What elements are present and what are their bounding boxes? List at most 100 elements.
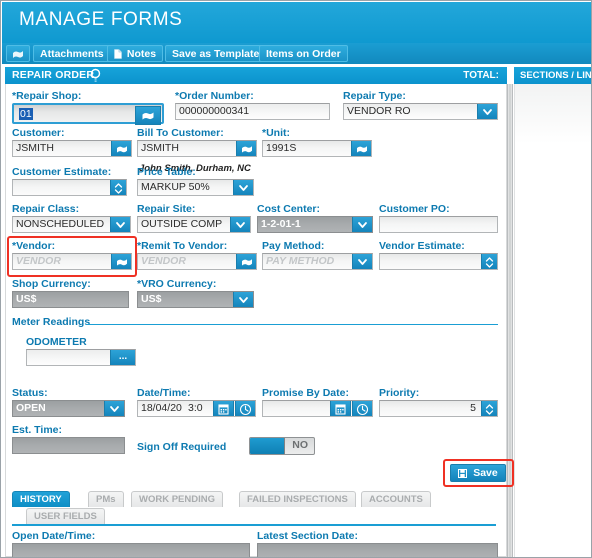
price-table-select[interactable]: MARKUP 50% (137, 179, 254, 196)
field-open-date-time: Open Date/Time: (12, 530, 250, 557)
vro-currency-chevron-down-icon[interactable] (233, 292, 253, 307)
customer-lookup-button[interactable] (111, 141, 131, 156)
items-on-order-button[interactable]: Items on Order (259, 45, 348, 62)
total-label: TOTAL: (463, 70, 499, 81)
order-number-label: *Order Number: (175, 90, 254, 102)
history-tabs: HISTORY PMs WORK PENDING FAILED INSPECTI… (12, 491, 502, 525)
panel-splitter[interactable] (507, 84, 513, 557)
repair-shop-lookup-button[interactable] (135, 106, 161, 125)
field-pay-method: Pay Method: PAY METHOD (262, 240, 373, 270)
repair-class-chevron-down-icon[interactable] (110, 217, 130, 232)
customer-po-label: Customer PO: (379, 203, 450, 215)
sections-lines-panel (514, 84, 591, 557)
pay-method-select[interactable]: PAY METHOD (262, 253, 373, 270)
field-remit-to-vendor: *Remit To Vendor: VENDOR (137, 240, 257, 270)
customer-input[interactable]: JSMITH (12, 140, 132, 157)
tab-user-fields-label: USER FIELDS (34, 511, 97, 522)
priority-input[interactable]: 5 (379, 400, 498, 417)
sections-lines-label: SECTIONS / LINE (520, 70, 592, 81)
unit-lookup-button[interactable] (351, 141, 371, 156)
cost-center-chevron-down-icon[interactable] (352, 217, 372, 232)
tab-accounts[interactable]: ACCOUNTS (361, 491, 431, 507)
save-label: Save (473, 467, 498, 479)
sections-lines-header: SECTIONS / LINE (514, 67, 592, 84)
field-customer-po: Customer PO: (379, 203, 498, 233)
bill-to-customer-input[interactable]: JSMITH (137, 140, 257, 157)
order-number-input[interactable]: 000000000341 (175, 103, 330, 120)
repair-type-value: VENDOR RO (347, 105, 411, 117)
repair-site-chevron-down-icon[interactable] (230, 217, 250, 232)
manage-forms-window: MANAGE FORMS Attachments Notes Save as T… (0, 0, 592, 558)
attachments-button[interactable]: Attachments (33, 45, 111, 62)
status-label: Status: (12, 387, 48, 399)
priority-label: Priority: (379, 387, 420, 399)
repair-shop-input[interactable]: 01 (12, 103, 164, 125)
tab-pms[interactable]: PMs (88, 491, 124, 507)
date-clock-icon[interactable] (235, 401, 255, 416)
bill-to-customer-lookup-button[interactable] (236, 141, 256, 156)
remit-to-vendor-lookup-button[interactable] (236, 254, 256, 269)
notes-button[interactable]: Notes (107, 45, 164, 62)
sign-off-toggle[interactable]: NO (249, 437, 315, 455)
bill-to-customer-label: Bill To Customer: (137, 127, 224, 139)
repair-class-select[interactable]: NONSCHEDULED (12, 216, 131, 233)
price-table-chevron-down-icon[interactable] (233, 180, 253, 195)
promise-by-date-label: Promise By Date: (262, 387, 349, 399)
customer-estimate-spinner-icon[interactable] (110, 180, 126, 195)
repair-type-chevron-down-icon[interactable] (477, 104, 497, 119)
window-titlebar: MANAGE FORMS (2, 2, 591, 43)
sign-off-toggle-value: NO (292, 439, 308, 451)
shop-currency-value: US$ (16, 293, 37, 305)
field-repair-class: Repair Class: NONSCHEDULED (12, 203, 131, 233)
field-vendor: *Vendor: VENDOR (12, 240, 132, 270)
repair-site-select[interactable]: OUTSIDE COMP (137, 216, 251, 233)
home-button[interactable] (6, 45, 30, 62)
pay-method-placeholder: PAY METHOD (266, 255, 335, 267)
cost-center-select[interactable]: 1-2-01-1 (257, 216, 373, 233)
date-calendar-icon[interactable] (213, 401, 234, 416)
save-as-template-button[interactable]: Save as Template (165, 45, 267, 62)
field-order-number: *Order Number: 000000000341 (175, 90, 330, 120)
odometer-input[interactable]: ... (26, 349, 136, 366)
status-select[interactable]: OPEN (12, 400, 125, 417)
promise-calendar-icon[interactable] (330, 401, 351, 416)
time-value: 3:0 (188, 402, 203, 414)
remit-to-vendor-label: *Remit To Vendor: (137, 240, 228, 252)
customer-estimate-input[interactable] (12, 179, 127, 196)
tab-history[interactable]: HISTORY (12, 491, 70, 507)
vendor-lookup-button[interactable] (111, 254, 131, 269)
date-time-label: Date/Time: (137, 387, 191, 399)
repair-class-value: NONSCHEDULED (16, 218, 105, 230)
vro-currency-value: US$ (141, 293, 162, 305)
pay-method-chevron-down-icon[interactable] (352, 254, 372, 269)
repair-type-select[interactable]: VENDOR RO (343, 103, 498, 120)
notes-label: Notes (126, 48, 157, 60)
unit-input[interactable]: 1991S (262, 140, 372, 157)
promise-clock-icon[interactable] (352, 401, 372, 416)
price-table-value: MARKUP 50% (141, 181, 210, 193)
status-chevron-down-icon[interactable] (104, 401, 124, 416)
remit-to-vendor-input[interactable]: VENDOR (137, 253, 257, 270)
field-price-table: Price Table: MARKUP 50% (137, 166, 254, 196)
date-value: 18/04/20 (141, 402, 182, 414)
tab-work-pending[interactable]: WORK PENDING (131, 491, 223, 507)
field-repair-shop: *Repair Shop: 01 (12, 90, 164, 125)
vendor-estimate-input[interactable] (379, 253, 498, 270)
toolbar: Attachments Notes Save as Template Items… (2, 43, 591, 64)
shop-currency-label: Shop Currency: (12, 278, 91, 290)
odometer-more-button[interactable]: ... (110, 350, 135, 365)
date-time-input[interactable]: 18/04/20 3:0 (137, 400, 256, 417)
field-cost-center: Cost Center: 1-2-01-1 (257, 203, 373, 233)
save-as-template-label: Save as Template (172, 48, 260, 60)
vendor-estimate-spinner-icon[interactable] (481, 254, 497, 269)
cost-center-value: 1-2-01-1 (261, 218, 301, 230)
promise-by-date-input[interactable] (262, 400, 373, 417)
vendor-input[interactable]: VENDOR (12, 253, 132, 270)
tab-failed-inspections[interactable]: FAILED INSPECTIONS (239, 491, 356, 507)
save-button[interactable]: Save (450, 464, 506, 482)
vro-currency-label: *VRO Currency: (137, 278, 217, 290)
tab-user-fields[interactable]: USER FIELDS (26, 508, 105, 524)
vro-currency-select[interactable]: US$ (137, 291, 254, 308)
priority-spinner-icon[interactable] (481, 401, 497, 416)
customer-po-input[interactable] (379, 216, 498, 233)
